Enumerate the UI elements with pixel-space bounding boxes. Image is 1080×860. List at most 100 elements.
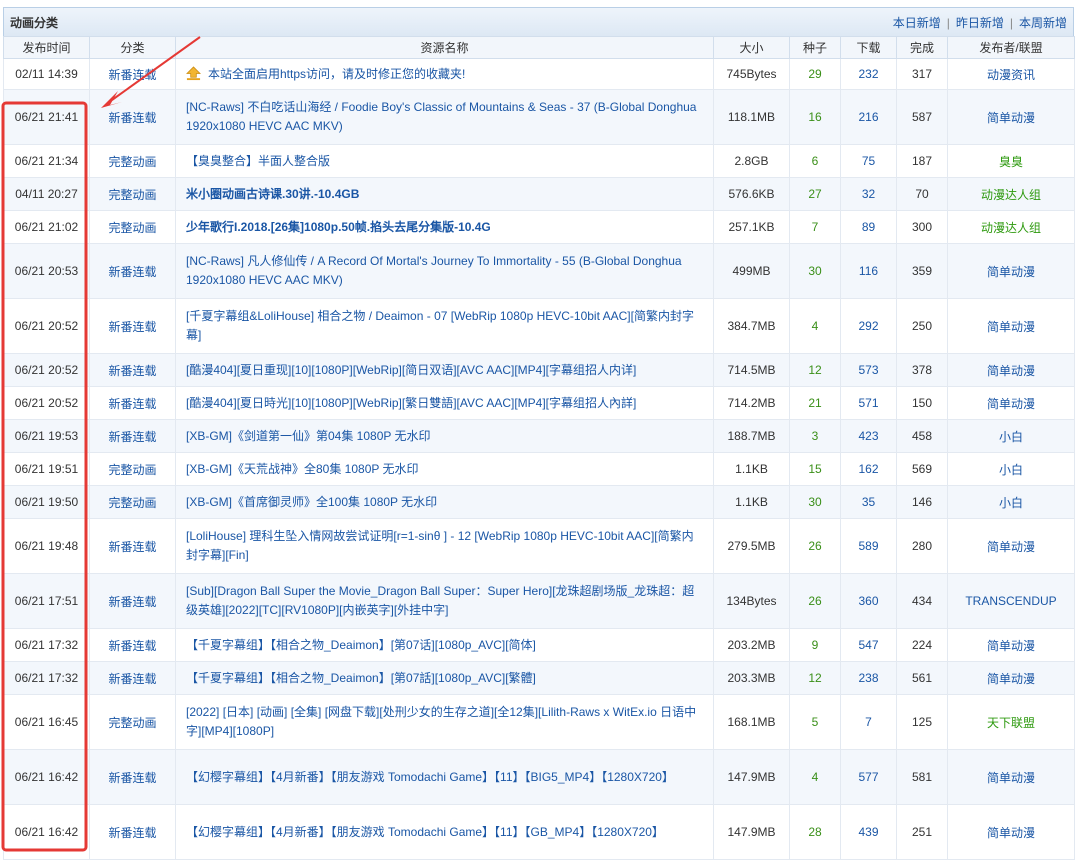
publisher-link[interactable]: 简单动漫 [987, 364, 1035, 378]
category-link[interactable]: 新番连载 [108, 320, 156, 334]
publisher-link[interactable]: 简单动漫 [987, 771, 1035, 785]
category-link[interactable]: 新番连载 [108, 639, 156, 653]
resource-title-link[interactable]: [NC-Raws] 不白吃话山海经 / Foodie Boy's Classic… [186, 100, 696, 133]
category-link[interactable]: 完整动画 [108, 496, 156, 510]
resource-title-link[interactable]: 【幻樱字幕组】【4月新番】【朋友游戏 Tomodachi Game】【11】【B… [186, 770, 674, 784]
publisher-link[interactable]: 动漫达人组 [981, 221, 1041, 235]
publisher-link[interactable]: 小白 [999, 430, 1023, 444]
col-header-seeds[interactable]: 种子 [789, 36, 841, 59]
category-link[interactable]: 完整动画 [108, 188, 156, 202]
publisher-link[interactable]: 简单动漫 [987, 397, 1035, 411]
resource-title-link[interactable]: 【千夏字幕组】【相合之物_Deaimon】[第07话][1080p_AVC][简… [186, 638, 536, 652]
file-size: 745Bytes [713, 58, 790, 90]
resource-title-link[interactable]: [XB-GM]《剑道第一仙》第04集 1080P 无水印 [186, 429, 431, 443]
publisher-link[interactable]: TRANSCENDUP [965, 594, 1056, 608]
category-link[interactable]: 新番连载 [108, 265, 156, 279]
resource-title-cell: [千夏字幕组&LoliHouse] 相合之物 / Deaimon - 07 [W… [175, 298, 714, 354]
resource-title-link[interactable]: [2022] [日本] [动画] [全集] [网盘下载][处刑少女的生存之道][… [186, 705, 696, 738]
download-count-link[interactable]: 547 [858, 638, 878, 652]
col-header-time[interactable]: 发布时间 [3, 36, 90, 59]
download-count-link[interactable]: 238 [858, 671, 878, 685]
publisher-link[interactable]: 简单动漫 [987, 111, 1035, 125]
download-count-link[interactable]: 162 [858, 462, 878, 476]
publisher-link[interactable]: 小白 [999, 496, 1023, 510]
download-count-link[interactable]: 116 [859, 264, 878, 278]
resource-title-link[interactable]: [千夏字幕组&LoliHouse] 相合之物 / Deaimon - 07 [W… [186, 309, 694, 342]
resource-title-link[interactable]: 少年歌行I.2018.[26集]1080p.50帧.掐头去尾分集版-10.4G [186, 220, 491, 234]
resource-title-link[interactable]: 本站全面启用https访问，请及时修正您的收藏夹! [208, 67, 465, 81]
publisher-link[interactable]: 简单动漫 [987, 826, 1035, 840]
category-link[interactable]: 新番连载 [108, 397, 156, 411]
download-count-link[interactable]: 439 [858, 825, 878, 839]
table-row: 02/11 14:39 新番连载 本站全面启用https访问，请及时修正您的收藏夹!… [3, 58, 1075, 90]
publisher-link[interactable]: 简单动漫 [987, 540, 1035, 554]
category-link[interactable]: 新番连载 [108, 430, 156, 444]
download-count-link[interactable]: 571 [858, 396, 878, 410]
publisher-link[interactable]: 简单动漫 [987, 672, 1035, 686]
download-count-link[interactable]: 7 [865, 715, 872, 729]
resource-title-link[interactable]: 【千夏字幕组】【相合之物_Deaimon】[第07話][1080p_AVC][繁… [186, 671, 536, 685]
publisher-link[interactable]: 简单动漫 [987, 639, 1035, 653]
seed-count: 21 [789, 386, 841, 420]
download-count-link[interactable]: 589 [858, 539, 878, 553]
file-size: 134Bytes [713, 573, 790, 629]
publisher-link[interactable]: 小白 [999, 463, 1023, 477]
resource-title-link[interactable]: [酷漫404][夏日重现][10][1080P][WebRip][简日双语][A… [186, 363, 636, 377]
resource-title-link[interactable]: [LoliHouse] 理科生坠入情网故尝试证明[r=1-sinθ ] - 12… [186, 529, 694, 562]
resource-title-link[interactable]: [NC-Raws] 凡人修仙传 / A Record Of Mortal's J… [186, 254, 682, 287]
col-header-completed[interactable]: 完成 [896, 36, 948, 59]
completed-count: 378 [896, 353, 948, 387]
resource-title-link[interactable]: [XB-GM]《天荒战神》全80集 1080P 无水印 [186, 462, 419, 476]
category-link[interactable]: 完整动画 [108, 155, 156, 169]
download-count-link[interactable]: 32 [862, 187, 875, 201]
resource-title-link[interactable]: 【幻樱字幕组】【4月新番】【朋友游戏 Tomodachi Game】【11】【G… [186, 825, 664, 839]
category-link[interactable]: 新番连载 [108, 111, 156, 125]
resource-title-link[interactable]: [Sub][Dragon Ball Super the Movie_Dragon… [186, 584, 694, 617]
category-link[interactable]: 新番连载 [108, 595, 156, 609]
col-header-publisher[interactable]: 发布者/联盟 [947, 36, 1075, 59]
category-link[interactable]: 新番连载 [108, 364, 156, 378]
category-link[interactable]: 新番连载 [108, 68, 156, 82]
download-count-link[interactable]: 577 [858, 770, 878, 784]
col-header-downloads[interactable]: 下载 [840, 36, 897, 59]
today-new-link[interactable]: 本日新增 [893, 16, 941, 30]
publisher-cell: 简单动漫 [947, 628, 1075, 662]
download-count-link[interactable]: 75 [862, 154, 875, 168]
resource-title-link[interactable]: 米小圈动画古诗课.30讲.-10.4GB [186, 187, 359, 201]
download-count-link[interactable]: 360 [858, 594, 878, 608]
category-link[interactable]: 完整动画 [108, 463, 156, 477]
category-link[interactable]: 完整动画 [108, 221, 156, 235]
download-count-link[interactable]: 423 [858, 429, 878, 443]
publisher-link[interactable]: 动漫资讯 [987, 68, 1035, 82]
download-count-link[interactable]: 89 [862, 220, 875, 234]
this-week-new-link[interactable]: 本周新增 [1019, 16, 1067, 30]
download-count-link[interactable]: 216 [858, 110, 878, 124]
download-count-link[interactable]: 573 [858, 363, 878, 377]
seed-count: 12 [789, 661, 841, 695]
category-link[interactable]: 新番连载 [108, 672, 156, 686]
publisher-link[interactable]: 天下联盟 [987, 716, 1035, 730]
resource-title-link[interactable]: [酷漫404][夏日時光][10][1080P][WebRip][繁日雙語][A… [186, 396, 636, 410]
col-header-size[interactable]: 大小 [713, 36, 790, 59]
publisher-link[interactable]: 臭臭 [999, 155, 1023, 169]
download-count-link[interactable]: 292 [858, 319, 878, 333]
resource-title-link[interactable]: [XB-GM]《首席御灵师》全100集 1080P 无水印 [186, 495, 437, 509]
resource-title-link[interactable]: 【臭臭整合】半面人整合版 [186, 154, 330, 168]
publisher-link[interactable]: 简单动漫 [987, 265, 1035, 279]
download-cell: 116 [840, 243, 897, 299]
download-count-link[interactable]: 232 [858, 67, 878, 81]
category-link[interactable]: 新番连载 [108, 771, 156, 785]
completed-count: 300 [896, 210, 948, 244]
category-cell: 新番连载 [89, 353, 176, 387]
category-link[interactable]: 新番连载 [108, 826, 156, 840]
download-cell: 162 [840, 452, 897, 486]
publisher-link[interactable]: 简单动漫 [987, 320, 1035, 334]
yesterday-new-link[interactable]: 昨日新增 [956, 16, 1004, 30]
resource-title-cell: 【臭臭整合】半面人整合版 [175, 144, 714, 178]
col-header-title[interactable]: 资源名称 [175, 36, 714, 59]
publisher-link[interactable]: 动漫达人组 [981, 188, 1041, 202]
download-count-link[interactable]: 35 [862, 495, 875, 509]
col-header-category[interactable]: 分类 [89, 36, 176, 59]
category-link[interactable]: 新番连载 [108, 540, 156, 554]
category-link[interactable]: 完整动画 [108, 716, 156, 730]
